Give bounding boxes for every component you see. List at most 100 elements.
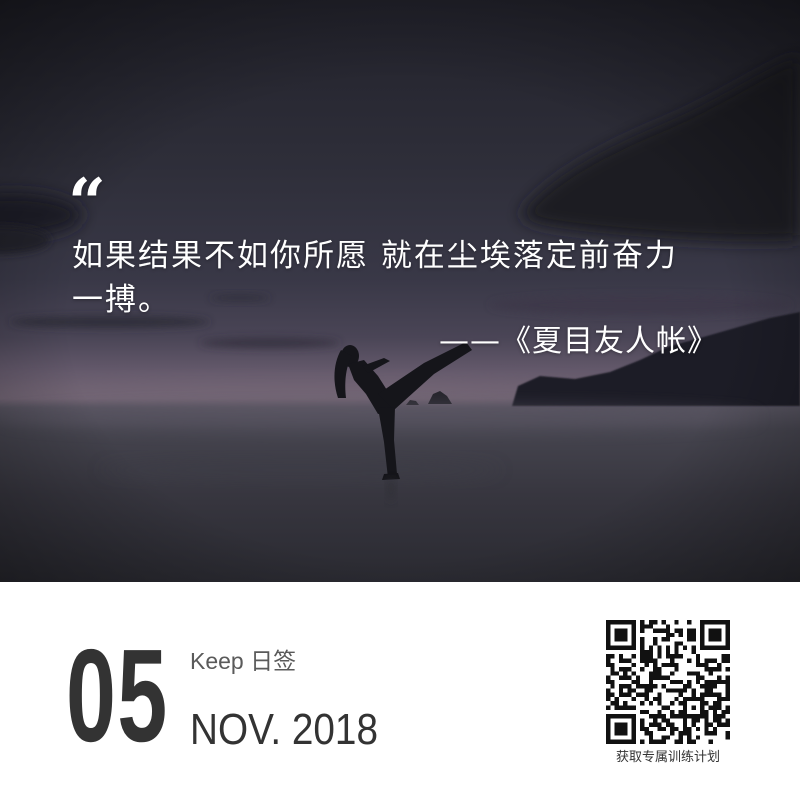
- qr-module: [708, 731, 713, 736]
- qr-module: [687, 714, 692, 719]
- qr-module: [670, 654, 675, 659]
- qr-module: [614, 671, 619, 676]
- qr-module: [712, 709, 718, 715]
- qr-module: [606, 705, 611, 710]
- qr-module: [682, 718, 688, 723]
- qr-module: [640, 624, 645, 629]
- qr-module: [631, 714, 636, 719]
- qr-module: [661, 726, 666, 732]
- qr-module: [618, 722, 624, 727]
- qr-module: [670, 688, 675, 693]
- qr-module: [712, 714, 718, 719]
- qr-module: [708, 628, 713, 633]
- qr-module: [670, 662, 675, 668]
- qr-module: [614, 701, 619, 706]
- qr-module: [725, 709, 730, 715]
- qr-module: [657, 709, 662, 715]
- qr-module: [725, 684, 730, 689]
- qr-module: [661, 662, 666, 668]
- qr-module: [631, 726, 636, 732]
- qr-module: [631, 705, 636, 710]
- qr-module: [721, 709, 726, 715]
- qr-module: [627, 620, 632, 625]
- qr-module: [606, 641, 611, 646]
- qr-module: [700, 692, 705, 697]
- qr-module: [695, 658, 701, 663]
- qr-module: [618, 632, 624, 638]
- qr-module: [674, 739, 679, 744]
- qr-module: [700, 641, 705, 646]
- qr-module: [618, 684, 624, 689]
- qr-module: [610, 679, 615, 685]
- qr-module: [682, 696, 688, 702]
- qr-module: [712, 645, 718, 650]
- qr-module: [700, 662, 705, 668]
- qr-module: [640, 658, 645, 663]
- qr-module: [614, 696, 619, 702]
- qr-module: [618, 675, 624, 680]
- qr-module: [708, 645, 713, 650]
- qr-module: [606, 645, 611, 650]
- qr-module: [653, 696, 658, 702]
- qr-module: [653, 684, 658, 689]
- qr-module: [678, 688, 683, 693]
- qr-module: [712, 726, 718, 732]
- quote-line: 一搏。: [72, 282, 171, 318]
- qr-module: [618, 658, 624, 663]
- qr-module: [618, 692, 624, 697]
- qr-module: [665, 722, 671, 727]
- qr-module: [678, 739, 683, 744]
- qr-module: [657, 645, 662, 650]
- qr-module: [640, 692, 645, 697]
- qr-module: [653, 718, 658, 723]
- qr-module: [648, 739, 654, 744]
- qr-module: [704, 722, 709, 727]
- qr-module: [708, 688, 713, 693]
- qr-module: [704, 620, 709, 625]
- qr-module: [674, 696, 679, 702]
- qr-module: [618, 645, 624, 650]
- qr-module: [691, 688, 696, 693]
- qr-module: [610, 671, 615, 676]
- qr-module: [674, 679, 679, 685]
- qr-module: [670, 671, 675, 676]
- qr-module: [717, 667, 722, 672]
- qr-module: [691, 705, 696, 710]
- qr-module: [678, 632, 683, 638]
- quote-line: 如果结果不如你所愿 就在尘埃落定前奋力: [72, 238, 678, 274]
- qr-module: [704, 679, 709, 685]
- qr-module: [640, 726, 645, 732]
- qr-module: [648, 649, 654, 655]
- qr-module: [700, 632, 705, 638]
- qr-module: [661, 714, 666, 719]
- qr-module: [674, 667, 679, 672]
- qr-module: [670, 632, 675, 638]
- qr-module: [614, 645, 619, 650]
- qr-module: [644, 731, 649, 736]
- qr-module: [606, 735, 611, 740]
- qr-module: [682, 714, 688, 719]
- qr-module: [635, 692, 641, 697]
- qr-module: [725, 632, 730, 638]
- qr-module: [708, 692, 713, 697]
- qr-module: [614, 632, 619, 638]
- qr-module: [721, 722, 726, 727]
- qr-module: [704, 692, 709, 697]
- qr-module: [631, 735, 636, 740]
- qr-module: [606, 696, 611, 702]
- qr-module: [618, 620, 624, 625]
- qr-module: [712, 628, 718, 633]
- qr-module: [665, 735, 671, 740]
- qr-module: [725, 637, 730, 642]
- qr-module: [610, 701, 615, 706]
- qr-module: [678, 714, 683, 719]
- card-footer: 05 Keep 日签 NOV. 2018 获取专属训练计划: [0, 582, 800, 800]
- qr-module: [610, 739, 615, 744]
- qr-module: [657, 726, 662, 732]
- qr-module: [691, 628, 696, 633]
- qr-module: [704, 662, 709, 668]
- qr-module: [640, 684, 645, 689]
- qr-module: [674, 654, 679, 659]
- qr-module: [700, 709, 705, 715]
- qr-module: [606, 714, 611, 719]
